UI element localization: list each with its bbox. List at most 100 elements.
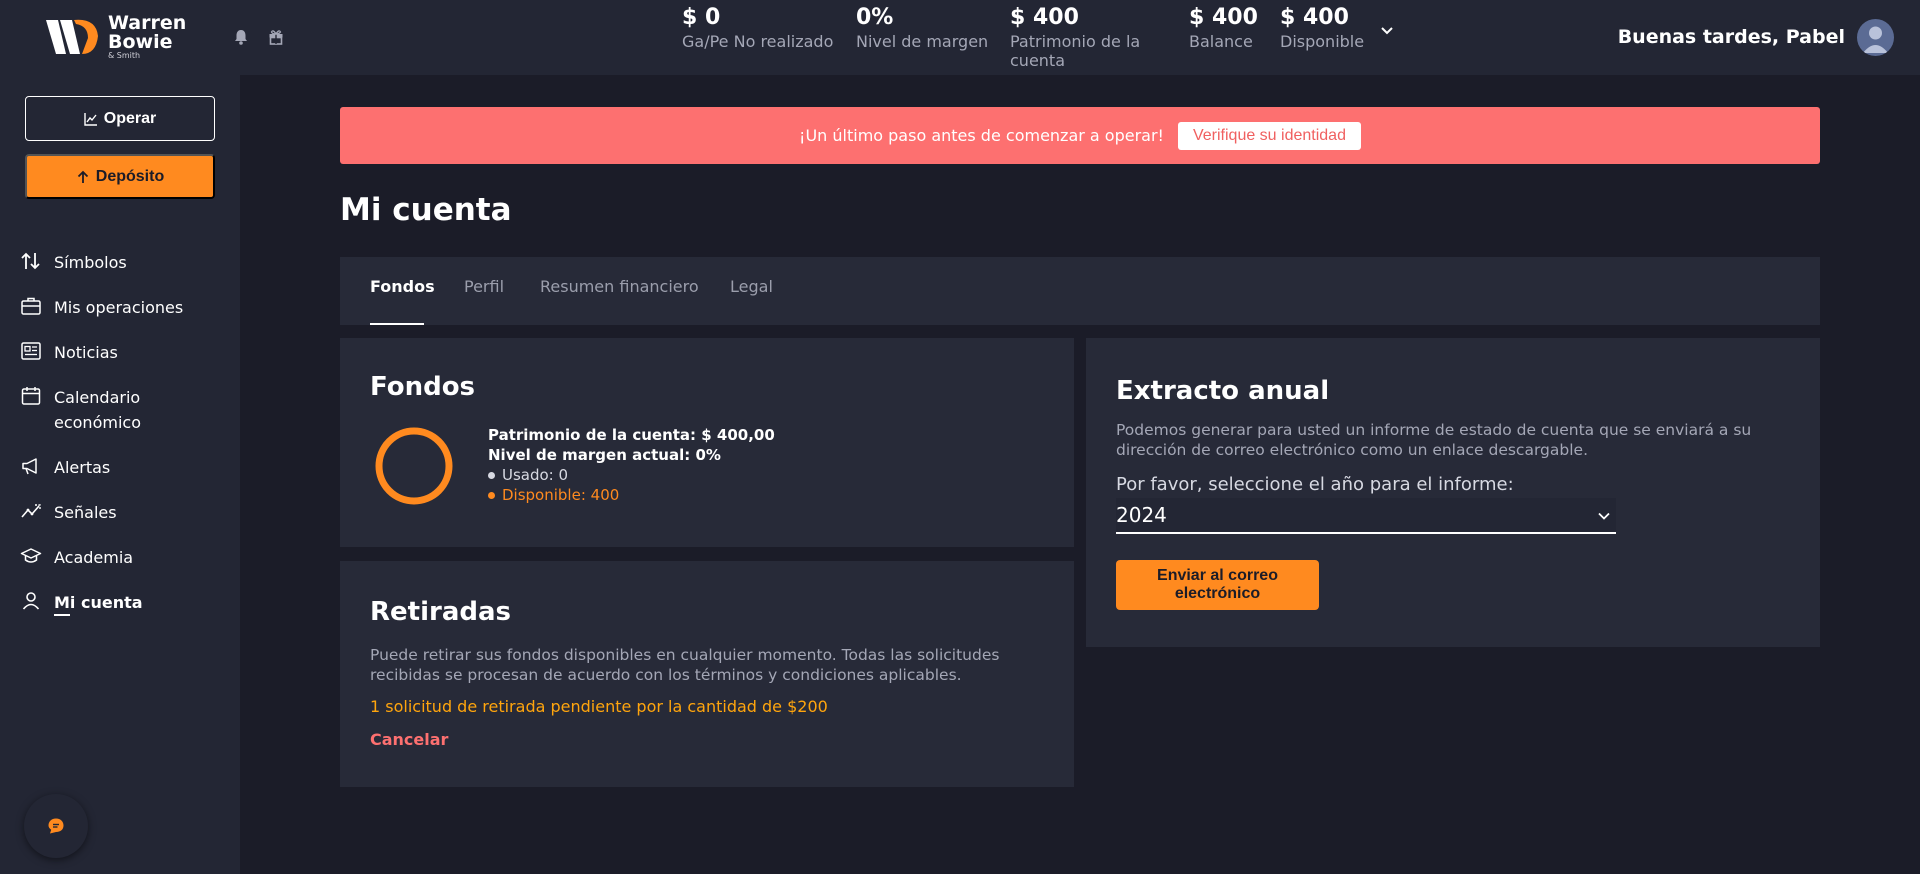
bell-icon[interactable] xyxy=(232,28,250,46)
newspaper-icon xyxy=(21,342,41,360)
sidebar-item-calendario[interactable]: Calendario económico xyxy=(20,385,170,435)
sidebar-item-senales[interactable]: Señales xyxy=(20,500,117,525)
sidebar-item-academia[interactable]: Academia xyxy=(20,545,133,570)
stat-available: $ 400 Disponible xyxy=(1280,4,1364,51)
brand-line-2: Bowie xyxy=(108,31,173,53)
annual-statement-card: Extracto anual Podemos generar para uste… xyxy=(1086,338,1820,647)
sidebar-item-label: Calendario económico xyxy=(54,388,141,432)
tab-legal[interactable]: Legal xyxy=(730,277,773,296)
sidebar-item-label: Mis operaciones xyxy=(54,298,184,317)
sidebar-item-label: Señales xyxy=(54,503,117,522)
sidebar-item-simbolos[interactable]: Símbolos xyxy=(20,250,127,275)
top-bar: Warren Bowie & Smith $ 0 Ga/Pe No realiz… xyxy=(0,0,1920,75)
tab-perfil[interactable]: Perfil xyxy=(464,277,504,296)
equity-line: Patrimonio de la cuenta: $ 400,00 xyxy=(488,426,775,444)
operar-button[interactable]: Operar xyxy=(25,96,215,141)
stat-label: Disponible xyxy=(1280,32,1365,51)
graduation-cap-icon xyxy=(20,548,42,563)
stat-margin-level: 0% Nivel de margen xyxy=(856,4,988,51)
send-email-button[interactable]: Enviar al correo electrónico xyxy=(1116,560,1319,610)
chevron-down-icon[interactable] xyxy=(1378,22,1396,40)
sidebar-item-noticias[interactable]: Noticias xyxy=(20,340,118,365)
sidebar-item-alertas[interactable]: Alertas xyxy=(20,455,110,480)
sidebar-item-label: Alertas xyxy=(54,458,111,477)
verify-identity-button[interactable]: Verifique su identidad xyxy=(1177,121,1361,150)
sidebar-active-indicator xyxy=(54,614,70,616)
withdrawals-title: Retiradas xyxy=(370,597,511,627)
operar-label: Operar xyxy=(103,109,157,127)
stat-value: 0% xyxy=(856,5,894,30)
cancel-withdrawal-link[interactable]: Cancelar xyxy=(370,730,448,749)
stat-balance: $ 400 Balance xyxy=(1189,4,1258,51)
stat-value: $ 400 xyxy=(1280,5,1349,30)
page-title: Mi cuenta xyxy=(340,192,512,228)
brand-logo[interactable]: Warren Bowie & Smith xyxy=(44,14,186,60)
banner-message: ¡Un último paso antes de comenzar a oper… xyxy=(799,126,1164,145)
used-dot xyxy=(488,471,495,479)
stat-equity: $ 400 Patrimonio de la cuenta xyxy=(1010,4,1160,70)
tab-fondos[interactable]: Fondos xyxy=(370,277,435,296)
stat-label: Nivel de margen xyxy=(856,32,989,51)
stat-label: Ga/Pe No realizado xyxy=(682,32,834,51)
greeting-text: Buenas tardes, Pabel xyxy=(1617,26,1845,48)
withdrawals-card: Retiradas Puede retirar sus fondos dispo… xyxy=(340,561,1074,787)
available-line: Disponible: 400 xyxy=(488,485,775,505)
stat-label: Patrimonio de la cuenta xyxy=(1010,32,1141,70)
year-select[interactable]: 2024 xyxy=(1116,498,1616,534)
user-icon xyxy=(22,592,40,610)
sidebar-item-mis-operaciones[interactable]: Mis operaciones xyxy=(20,295,183,320)
account-tabs: Fondos Perfil Resumen financiero Legal xyxy=(340,257,1820,325)
funds-donut-chart xyxy=(375,427,453,505)
arrow-up-icon xyxy=(77,170,88,183)
megaphone-icon xyxy=(22,458,37,475)
avatar[interactable] xyxy=(1857,19,1894,56)
available-dot xyxy=(488,491,495,499)
trade-chart-icon xyxy=(84,112,97,126)
used-line: Usado: 0 xyxy=(488,465,775,485)
active-tab-indicator xyxy=(370,323,424,325)
sidebar-item-label: Noticias xyxy=(54,343,118,362)
send-email-label: Enviar al correo electrónico xyxy=(1157,567,1278,603)
gift-icon[interactable] xyxy=(267,28,285,46)
funds-title: Fondos xyxy=(370,372,476,402)
tab-resumen-financiero[interactable]: Resumen financiero xyxy=(540,277,699,296)
statement-description-1: Podemos generar para usted un informe de… xyxy=(1116,421,1752,439)
margin-line: Nivel de margen actual: 0% xyxy=(488,446,721,464)
verification-banner: ¡Un último paso antes de comenzar a oper… xyxy=(340,107,1820,164)
stat-value: $ 400 xyxy=(1189,5,1258,30)
sidebar-item-label: Símbolos xyxy=(54,253,127,272)
logo-mark-icon xyxy=(46,19,98,54)
year-select-label: Por favor, seleccione el año para el inf… xyxy=(1116,474,1514,495)
briefcase-icon xyxy=(21,297,41,315)
sidebar-item-label: Mi cuenta xyxy=(54,593,143,612)
withdrawals-description-1: Puede retirar sus fondos disponibles en … xyxy=(370,646,1000,664)
sidebar-item-mi-cuenta[interactable]: Mi cuenta xyxy=(20,590,143,615)
sidebar-item-label: Academia xyxy=(54,548,134,567)
statement-title: Extracto anual xyxy=(1116,376,1330,406)
year-select-value: 2024 xyxy=(1116,503,1167,527)
pending-withdrawal-text: 1 solicitud de retirada pendiente por la… xyxy=(370,697,828,716)
deposito-button[interactable]: Depósito xyxy=(25,154,215,199)
funds-card: Fondos Patrimonio de la cuenta: $ 400,00… xyxy=(340,338,1074,547)
chat-button[interactable] xyxy=(24,794,88,858)
available-text: Disponible: 400 xyxy=(502,486,620,504)
stat-value: $ 0 xyxy=(682,5,721,30)
arrows-updown-icon xyxy=(21,252,40,270)
statement-description-2: dirección de correo electrónico como un … xyxy=(1116,441,1588,459)
calendar-icon xyxy=(21,387,41,405)
brand-line-3: & Smith xyxy=(108,51,141,60)
chat-icon xyxy=(48,818,64,834)
brand-name: Warren Bowie & Smith xyxy=(108,14,186,60)
send-email-line-1: Enviar al correo xyxy=(1157,567,1278,584)
stat-label: Balance xyxy=(1189,32,1253,51)
signal-chart-icon xyxy=(21,504,41,518)
chevron-down-icon xyxy=(1598,512,1610,520)
stat-unrealized-pnl: $ 0 Ga/Pe No realizado xyxy=(682,4,833,51)
send-email-line-2: electrónico xyxy=(1174,585,1261,602)
stat-value: $ 400 xyxy=(1010,5,1079,30)
deposito-label: Depósito xyxy=(95,167,165,185)
used-text: Usado: 0 xyxy=(502,466,569,484)
funds-details: Patrimonio de la cuenta: $ 400,00 Nivel … xyxy=(488,425,775,505)
user-avatar-icon xyxy=(1863,26,1888,53)
withdrawals-description-2: recibidas se procesan de acuerdo con los… xyxy=(370,666,962,684)
